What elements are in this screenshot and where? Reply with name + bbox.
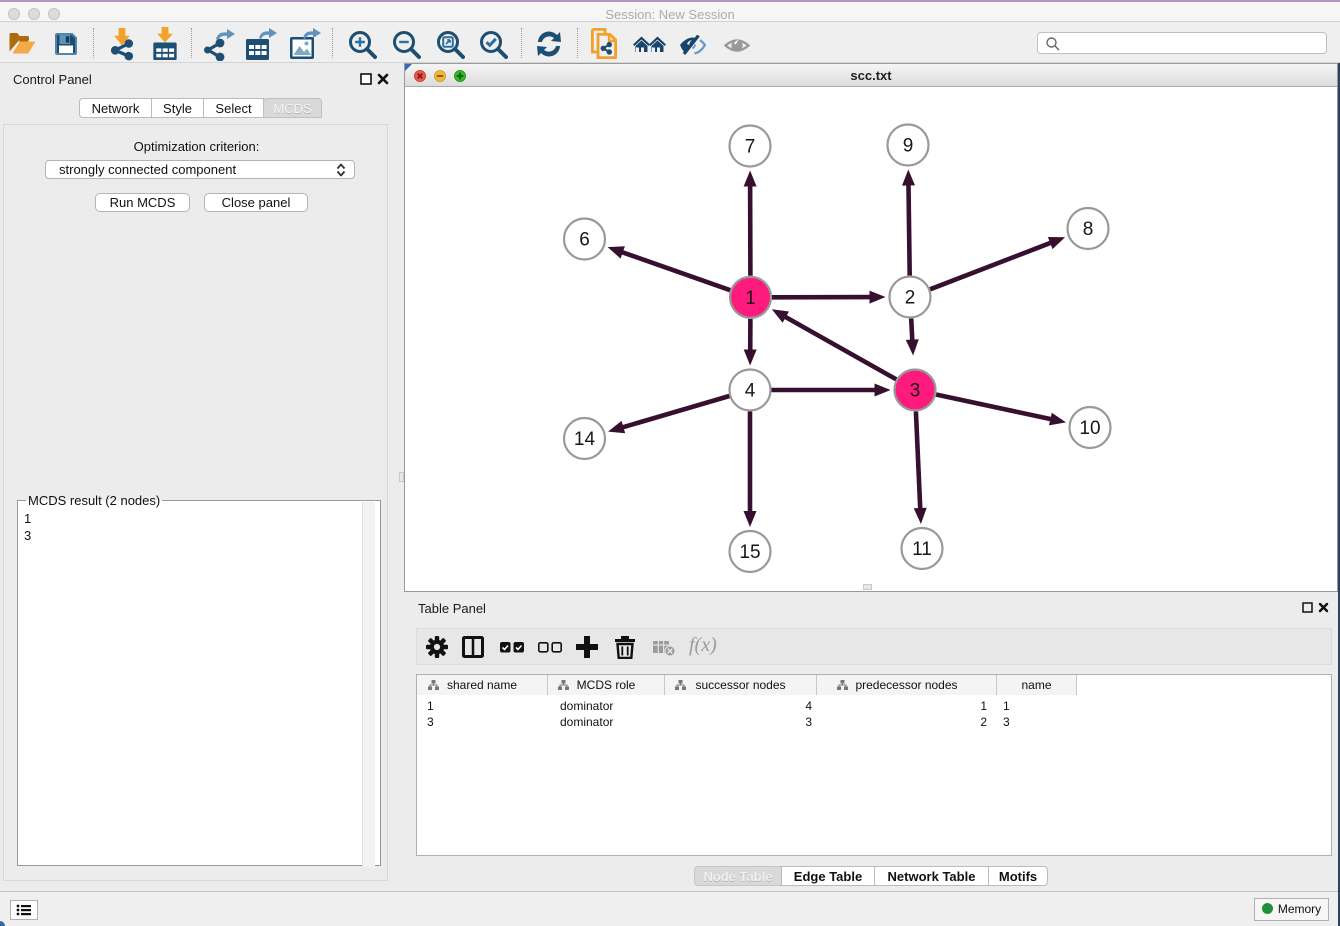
svg-text:f(x): f(x)	[689, 635, 717, 656]
svg-text:2: 2	[905, 288, 916, 309]
svg-text:11: 11	[912, 539, 932, 560]
svg-text:4: 4	[745, 381, 756, 402]
svg-text:14: 14	[574, 429, 596, 450]
svg-text:3: 3	[910, 381, 921, 402]
svg-text:15: 15	[739, 542, 760, 563]
svg-text:10: 10	[1079, 418, 1100, 439]
svg-text:8: 8	[1083, 219, 1094, 240]
svg-text:6: 6	[579, 230, 590, 251]
svg-text:7: 7	[745, 137, 756, 158]
svg-text:1: 1	[745, 288, 756, 309]
svg-text:9: 9	[903, 136, 914, 157]
